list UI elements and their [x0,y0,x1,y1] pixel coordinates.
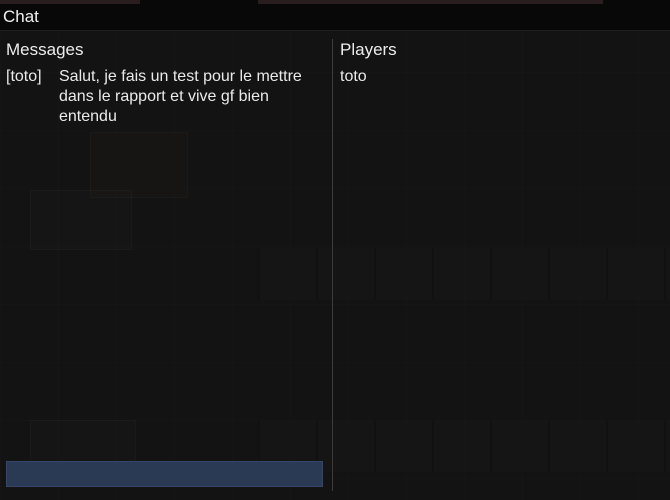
title-bar-accent [258,0,603,4]
players-column: Players toto [334,31,670,500]
chat-message-input[interactable] [6,461,323,487]
title-bar-accent [0,0,140,4]
messages-column: Messages [toto] Salut, je fais un test p… [0,31,331,500]
message-author: [toto] [6,68,42,85]
chat-window: Chat Messages [toto] Salut, je fais un t… [0,0,670,500]
players-heading: Players [340,40,397,59]
message-item: [toto] Salut, je fais un test pour le me… [6,67,324,127]
message-list[interactable]: [toto] Salut, je fais un test pour le me… [6,67,324,127]
window-title: Chat [3,7,39,26]
message-text: Salut, je fais un test pour le mettre da… [59,68,302,125]
player-list[interactable]: toto [340,67,367,87]
chat-panel: Messages [toto] Salut, je fais un test p… [0,31,670,500]
title-bar[interactable]: Chat [0,0,670,31]
player-item[interactable]: toto [340,67,367,87]
column-divider [332,39,333,491]
messages-heading: Messages [6,40,84,59]
